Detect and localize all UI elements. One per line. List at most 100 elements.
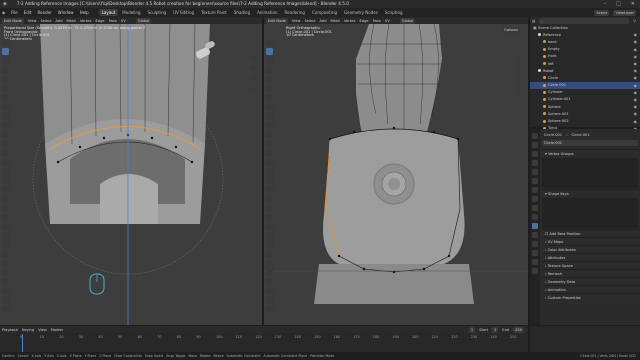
mode-selector[interactable]: Edit Mode [266, 17, 288, 24]
tab-texture-paint[interactable]: Texture Paint [198, 9, 230, 16]
timeline-menu-marker[interactable]: Marker [51, 328, 63, 332]
close-icon[interactable]: ✕ [631, 1, 635, 7]
tool-button[interactable] [2, 48, 9, 56]
tool-button[interactable] [266, 250, 273, 258]
tool-button[interactable] [2, 158, 9, 166]
tool-button[interactable] [2, 278, 9, 286]
tool-button[interactable] [266, 140, 273, 148]
tool-button[interactable] [266, 269, 273, 276]
tool-button[interactable] [266, 121, 273, 129]
tool-button[interactable] [2, 149, 9, 157]
scene-selector[interactable]: Scene [594, 9, 610, 16]
outliner-row[interactable]: Empty ◉ [530, 46, 640, 53]
current-frame-field[interactable]: 1 [468, 326, 476, 333]
section-color-attributes[interactable]: › Color Attributes [542, 245, 638, 253]
menu-file[interactable]: File [11, 10, 18, 15]
section-attributes[interactable]: › Attributes [542, 253, 638, 261]
outliner-row[interactable]: Sphere.001 ◉ [530, 110, 640, 117]
outliner-row[interactable]: back ◉ [530, 38, 640, 45]
outliner-row[interactable]: Sphere.002 ◉ [530, 117, 640, 124]
tool-button[interactable] [2, 131, 9, 138]
header-menu-mesh[interactable]: Mesh [331, 19, 340, 23]
properties-tab-icon[interactable] [532, 196, 538, 202]
properties-tab-icon[interactable] [532, 187, 538, 193]
properties-tab-icon[interactable] [532, 250, 538, 256]
properties-tab-icon[interactable] [532, 205, 538, 211]
tool-button[interactable] [2, 305, 9, 313]
properties-tab-icon[interactable] [532, 142, 538, 148]
section-shape-keys[interactable]: ▾ Shape Keys [542, 189, 638, 197]
header-menu-edge[interactable]: Edge [96, 19, 105, 23]
visibility-eye-icon[interactable]: ◉ [634, 97, 638, 102]
tool-button[interactable] [2, 195, 9, 203]
properties-tab-icon[interactable] [532, 151, 538, 157]
tab-shading[interactable]: Shading [231, 9, 253, 16]
tool-button[interactable] [266, 223, 273, 230]
tab-layout[interactable]: Layout [98, 9, 119, 16]
tool-button[interactable] [2, 167, 9, 175]
tool-button[interactable] [266, 296, 273, 304]
properties-tab-icon[interactable] [532, 241, 538, 247]
header-menu-mesh[interactable]: Mesh [67, 19, 76, 23]
visibility-eye-icon[interactable]: ◉ [634, 83, 638, 88]
visibility-eye-icon[interactable]: ◉ [634, 75, 638, 80]
tab-modeling[interactable]: Modeling [119, 9, 143, 16]
visibility-eye-icon[interactable]: ◉ [634, 90, 638, 95]
tool-button[interactable] [266, 213, 273, 221]
mesh-name-field[interactable]: Circle.001 [542, 140, 638, 146]
tool-button[interactable] [266, 259, 273, 267]
header-menu-select[interactable]: Select [40, 19, 51, 23]
outliner-row[interactable]: Reference ◉ [530, 31, 640, 38]
tool-button[interactable] [2, 177, 9, 184]
visibility-eye-icon[interactable]: ◉ [634, 119, 638, 124]
header-menu-vertex[interactable]: Vertex [344, 19, 356, 23]
vertex-groups-list[interactable] [542, 158, 638, 188]
section-vertex-groups[interactable]: ▾ Vertex Groups [542, 149, 638, 157]
properties-tab-icon[interactable] [532, 259, 538, 265]
tool-button[interactable] [266, 85, 273, 92]
tab-uv-editing[interactable]: UV Editing [170, 9, 197, 16]
tool-button[interactable] [2, 232, 9, 240]
tool-button[interactable] [2, 296, 9, 304]
tool-button[interactable] [266, 204, 273, 212]
header-menu-view[interactable]: View [28, 19, 37, 23]
menu-render[interactable]: Render [38, 10, 52, 15]
left-pan-icon[interactable] [250, 65, 256, 71]
tool-button[interactable] [2, 269, 9, 276]
blender-menu-icon[interactable]: ◈ [2, 10, 5, 15]
scene-collection-row[interactable]: ▣ Scene Collection [530, 24, 640, 31]
visibility-eye-icon[interactable]: ◉ [634, 47, 638, 52]
outliner-row[interactable]: Circle ◉ [530, 74, 640, 81]
maximize-icon[interactable]: □ [616, 1, 621, 7]
section-animation[interactable]: › Animation [542, 285, 638, 293]
right-zoom-icon[interactable] [516, 59, 522, 65]
section-uv-maps[interactable]: › UV Maps [542, 237, 638, 245]
properties-tab-icon[interactable] [532, 214, 538, 220]
tool-button[interactable] [2, 186, 9, 194]
tab-compositing[interactable]: Compositing [309, 9, 340, 16]
tab-animation[interactable]: Animation [254, 9, 280, 16]
timeline-menu-view[interactable]: View [38, 328, 47, 332]
viewlayer-selector[interactable]: ViewLayer [613, 9, 636, 16]
left-ortho-icon[interactable] [250, 85, 256, 91]
visibility-eye-icon[interactable]: ◉ [634, 104, 638, 109]
mode-selector[interactable]: Edit Mode [2, 17, 24, 24]
properties-tab-icon[interactable] [532, 178, 538, 184]
visibility-eye-icon[interactable]: ◉ [634, 39, 638, 44]
tool-button[interactable] [2, 140, 9, 148]
properties-tab-icon[interactable] [532, 160, 538, 166]
outliner-row[interactable]: Robot ◉ [530, 67, 640, 74]
left-camera-icon[interactable] [250, 75, 256, 81]
left_view-transform-orientation[interactable]: Global [135, 17, 152, 24]
properties-tab-icon[interactable] [532, 268, 538, 274]
outliner-search-input[interactable]: ⌕ [539, 17, 630, 24]
tab-rendering[interactable]: Rendering [282, 9, 308, 16]
tab-scripting[interactable]: Scripting [382, 9, 406, 16]
section-custom-properties[interactable]: › Custom Properties [542, 293, 638, 301]
options-dropdown[interactable]: Options [502, 27, 520, 33]
header-menu-edge[interactable]: Edge [360, 19, 369, 23]
menu-help[interactable]: Help [80, 10, 89, 15]
minimize-icon[interactable]: – [604, 1, 607, 7]
tool-button[interactable] [2, 241, 9, 249]
left-3d-viewport[interactable]: Edit Mode View Select Add Mesh Vertex Edge Face… [0, 17, 262, 325]
